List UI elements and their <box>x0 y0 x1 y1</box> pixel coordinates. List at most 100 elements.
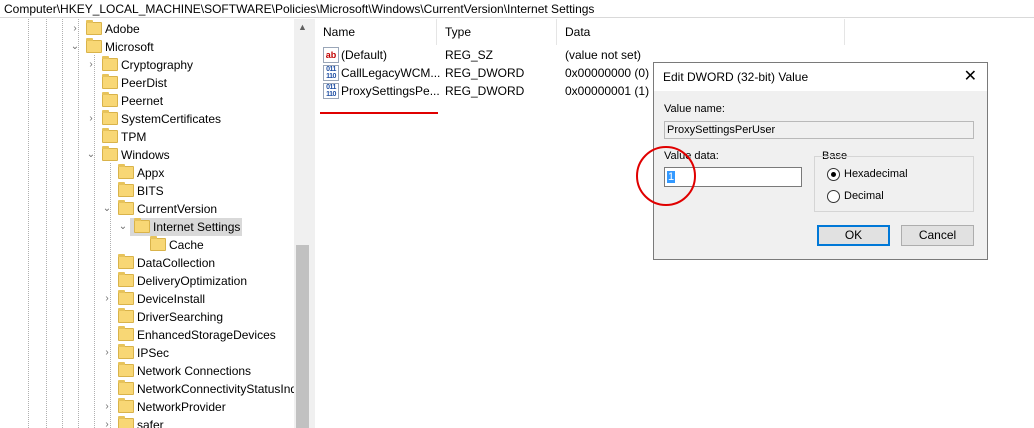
tree-item-label: Internet Settings <box>153 220 241 234</box>
tree-item[interactable]: › NetworkProvider <box>0 398 294 416</box>
folder-icon <box>118 326 134 341</box>
ok-button[interactable]: OK <box>817 225 890 246</box>
tree-item[interactable]: Cache <box>0 236 294 254</box>
tree-item-label: DeviceInstall <box>137 292 206 306</box>
tree-expander <box>134 236 144 254</box>
tree-item-label: SystemCertificates <box>121 112 222 126</box>
column-header-name[interactable]: Name <box>315 19 437 45</box>
tree-item[interactable]: › IPSec <box>0 344 294 362</box>
base-group: Hexadecimal Decimal <box>814 156 974 212</box>
tree-item[interactable]: ⌄ CurrentVersion <box>0 200 294 218</box>
folder-icon <box>118 362 134 377</box>
tree-item[interactable]: › Cryptography <box>0 56 294 74</box>
column-header-data[interactable]: Data <box>557 19 845 45</box>
folder-icon <box>118 380 134 395</box>
chevron-right-icon[interactable]: › <box>86 56 96 74</box>
value-name-field: ProxySettingsPerUser <box>664 121 974 139</box>
tree-expander <box>102 380 112 398</box>
folder-icon <box>102 128 118 143</box>
annotation-underline <box>320 112 438 114</box>
folder-icon <box>118 290 134 305</box>
tree-expander <box>86 92 96 110</box>
chevron-right-icon[interactable]: › <box>102 398 112 416</box>
dialog-title-bar: Edit DWORD (32-bit) Value ✕ <box>654 63 987 91</box>
chevron-right-icon[interactable]: › <box>86 110 96 128</box>
tree-item-label: Cryptography <box>121 58 194 72</box>
tree-item[interactable]: ⌄ Microsoft <box>0 38 294 56</box>
decimal-radio[interactable] <box>827 190 840 203</box>
tree-item[interactable]: › SystemCertificates <box>0 110 294 128</box>
tree-item[interactable]: Appx <box>0 164 294 182</box>
chevron-down-icon[interactable]: ⌄ <box>118 218 128 236</box>
row-name-cell: CallLegacyWCM... <box>341 66 441 80</box>
chevron-right-icon[interactable]: › <box>102 290 112 308</box>
value-name-label: Value name: <box>664 103 725 115</box>
tree-item-label: EnhancedStorageDevices <box>137 328 276 342</box>
chevron-right-icon[interactable]: › <box>102 416 112 428</box>
tree-item[interactable]: ⌄ Internet Settings <box>0 218 294 236</box>
tree-item-label: TPM <box>121 130 147 144</box>
tree-item[interactable]: DeliveryOptimization <box>0 272 294 290</box>
chevron-down-icon[interactable]: ⌄ <box>70 38 80 56</box>
tree-item[interactable]: DataCollection <box>0 254 294 272</box>
tree-item[interactable]: › DeviceInstall <box>0 290 294 308</box>
scroll-up-arrow-icon[interactable]: ▲ <box>294 19 311 36</box>
tree-item[interactable]: Network Connections <box>0 362 294 380</box>
tree-item-label: DeliveryOptimization <box>137 274 248 288</box>
tree-item[interactable]: Peernet <box>0 92 294 110</box>
column-header-type[interactable]: Type <box>437 19 557 45</box>
hexadecimal-radio[interactable] <box>827 168 840 181</box>
tree-item[interactable]: EnhancedStorageDevices <box>0 326 294 344</box>
tree-item[interactable]: TPM <box>0 128 294 146</box>
tree-item-label: Microsoft <box>105 40 154 54</box>
folder-icon <box>102 146 118 161</box>
tree-item[interactable]: DriverSearching <box>0 308 294 326</box>
tree-item[interactable]: › Adobe <box>0 20 294 38</box>
scroll-thumb[interactable] <box>296 245 309 428</box>
tree-item[interactable]: BITS <box>0 182 294 200</box>
folder-icon <box>118 344 134 359</box>
chevron-down-icon[interactable]: ⌄ <box>86 146 96 164</box>
tree-expander <box>102 182 112 200</box>
close-icon[interactable]: ✕ <box>964 63 977 91</box>
tree-item[interactable]: PeerDist <box>0 74 294 92</box>
tree-item-label: Cache <box>169 238 204 252</box>
folder-icon <box>102 74 118 89</box>
folder-icon <box>86 20 102 35</box>
tree-item-label: Adobe <box>105 22 140 36</box>
address-bar[interactable]: Computer\HKEY_LOCAL_MACHINE\SOFTWARE\Pol… <box>0 0 1034 18</box>
folder-icon <box>102 92 118 107</box>
tree-item-label: Windows <box>121 148 170 162</box>
chevron-right-icon[interactable]: › <box>102 344 112 362</box>
row-type-cell: REG_SZ <box>445 48 494 62</box>
row-name-cell: ProxySettingsPe... <box>341 84 440 98</box>
decimal-label[interactable]: Decimal <box>844 190 884 202</box>
tree-expander <box>102 164 112 182</box>
folder-icon <box>118 272 134 287</box>
row-data-cell: 0x00000001 (1) <box>565 84 650 98</box>
chevron-down-icon[interactable]: ⌄ <box>102 200 112 218</box>
tree-item[interactable]: NetworkConnectivityStatusIndicator <box>0 380 311 398</box>
tree-expander <box>102 308 112 326</box>
folder-icon <box>86 38 102 53</box>
tree-item-label: NetworkProvider <box>137 400 226 414</box>
folder-icon <box>134 218 150 233</box>
tree-item-label: Network Connections <box>137 364 252 378</box>
folder-icon <box>118 416 134 428</box>
row-type-cell: REG_DWORD <box>445 66 525 80</box>
icon-glyph: 011 110 <box>326 84 336 98</box>
tree-item-label: DataCollection <box>137 256 216 270</box>
row-name-cell: (Default) <box>341 48 388 62</box>
row-data-cell: (value not set) <box>565 48 642 62</box>
hexadecimal-label[interactable]: Hexadecimal <box>844 168 908 180</box>
tree-item[interactable]: ⌄ Windows <box>0 146 294 164</box>
tree-scrollbar[interactable]: ▲ <box>294 19 311 428</box>
tree-expander <box>102 254 112 272</box>
folder-icon <box>118 398 134 413</box>
tree-item[interactable]: › safer <box>0 416 294 428</box>
cancel-button[interactable]: Cancel <box>901 225 974 246</box>
tree-expander <box>86 128 96 146</box>
tree-expander <box>102 272 112 290</box>
folder-icon <box>118 308 134 323</box>
chevron-right-icon[interactable]: › <box>70 20 80 38</box>
